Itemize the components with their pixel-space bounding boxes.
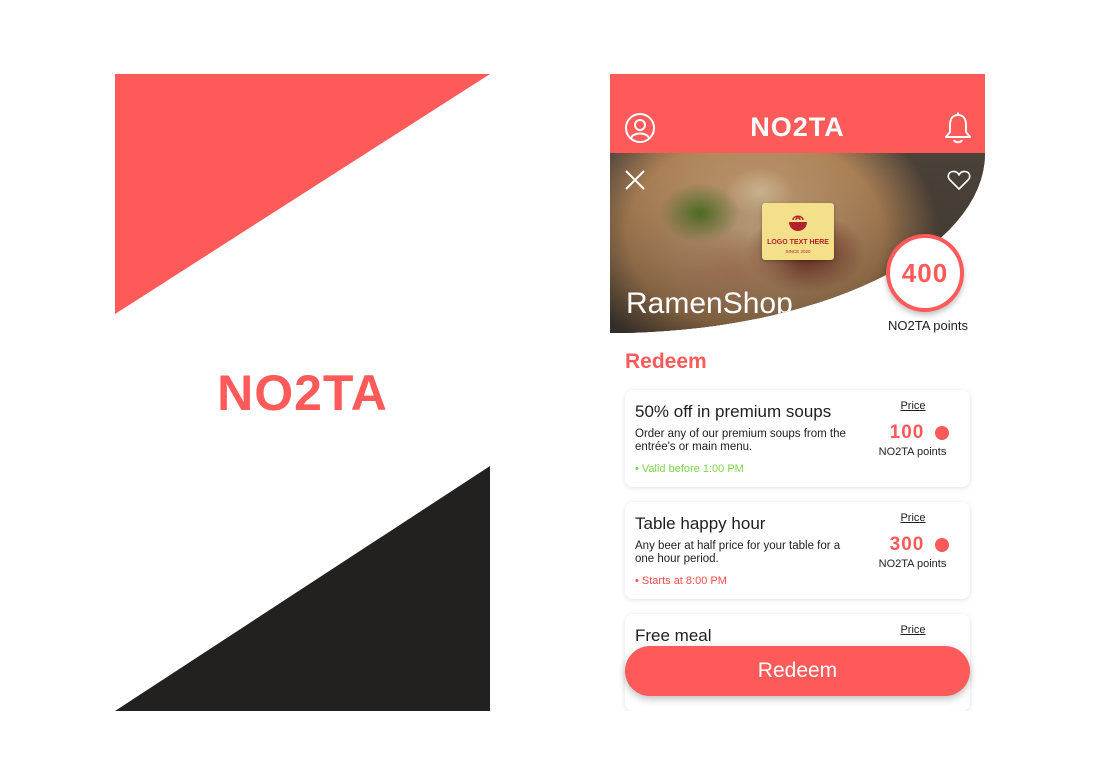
splash-brand-logo: NO2TA [217, 365, 388, 421]
points-value: 400 [901, 258, 949, 288]
heart-icon[interactable] [947, 169, 971, 191]
redeem-button[interactable]: Redeem [625, 646, 970, 696]
points-badge: 400 [886, 234, 964, 312]
points-dot-icon [935, 426, 949, 440]
offer-validity: • Starts at 8:00 PM [635, 575, 727, 587]
price-label: Price [900, 624, 926, 636]
app-logo: NO2TA [750, 112, 845, 142]
splash-top-triangle [115, 74, 490, 314]
offer-title: 50% off in premium soups [635, 402, 832, 421]
offer-validity: • Valid before 1:00 PM [635, 463, 744, 475]
price-label: Price [900, 400, 926, 412]
offer-title: Free meal [635, 626, 712, 645]
restaurant-name: RamenShop [626, 287, 793, 320]
offer-description: Order any of our premium soups from the … [635, 428, 846, 453]
restaurant-screen: NO2TA LOGO TEXT HERE SINCE 2020 RamenSho… [610, 74, 985, 711]
app-header: NO2TA [610, 74, 985, 154]
section-title: Redeem [625, 350, 707, 373]
restaurant-logo: LOGO TEXT HERE SINCE 2020 [762, 203, 834, 260]
price-unit: NO2TA points [878, 446, 947, 458]
price-value: 300 [889, 534, 925, 555]
price-unit: NO2TA points [878, 558, 947, 570]
price-label: Price [900, 512, 926, 524]
ramen-bowl-icon [789, 215, 807, 231]
points-label: NO2TA points [888, 318, 968, 333]
offer-card[interactable]: Table happy hour Any beer at half price … [625, 502, 970, 599]
offer-card[interactable]: 50% off in premium soups Order any of ou… [625, 390, 970, 487]
close-icon[interactable] [624, 169, 646, 191]
offer-description: Any beer at half price for your table fo… [635, 540, 841, 565]
offer-title: Table happy hour [635, 514, 766, 533]
logo-subtext: SINCE 2020 [785, 249, 811, 254]
splash-bottom-triangle [115, 466, 490, 711]
points-dot-icon [935, 538, 949, 552]
price-value: 100 [889, 422, 925, 443]
logo-text: LOGO TEXT HERE [767, 239, 829, 246]
splash-screen: NO2TA [115, 74, 490, 711]
bell-icon[interactable] [943, 112, 973, 144]
